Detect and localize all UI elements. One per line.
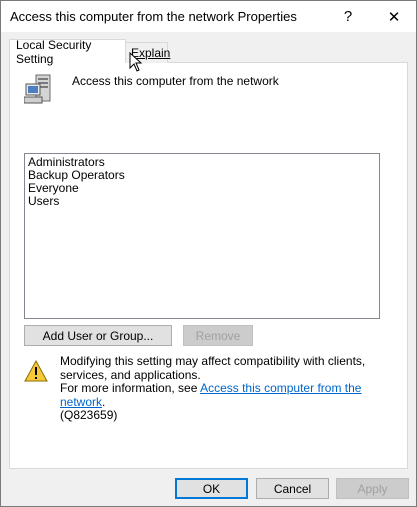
warning-line-2: For more information, see Access this co… [60, 381, 390, 409]
tab-local-security-setting[interactable]: Local Security Setting [9, 37, 126, 66]
cancel-button[interactable]: Cancel [256, 478, 329, 499]
warning-line-1: Modifying this setting may affect compat… [60, 354, 366, 382]
add-user-or-group-button[interactable]: Add User or Group... [24, 325, 172, 346]
list-item[interactable]: Users [28, 195, 59, 208]
tab-panel: Access this computer from the network Ad… [9, 62, 408, 469]
ok-button[interactable]: OK [175, 478, 248, 499]
properties-dialog: Access this computer from the network Pr… [0, 0, 417, 507]
warning-message: Modifying this setting may affect compat… [60, 354, 390, 423]
accounts-listbox[interactable]: Administrators Backup Operators Everyone… [24, 153, 380, 319]
window-title: Access this computer from the network Pr… [10, 9, 297, 24]
mouse-cursor-icon [129, 52, 143, 72]
close-button[interactable]: ✕ [375, 1, 413, 32]
policy-name: Access this computer from the network [72, 74, 279, 88]
title-bar[interactable]: Access this computer from the network Pr… [1, 1, 416, 32]
warning-suffix: . [102, 394, 106, 409]
server-computer-icon [24, 74, 51, 104]
remove-button[interactable]: Remove [183, 325, 253, 346]
kb-reference: (Q823659) [60, 408, 118, 422]
help-button[interactable]: ? [329, 1, 367, 32]
apply-button[interactable]: Apply [336, 478, 409, 499]
warning-prefix: For more information, see [60, 381, 201, 395]
tab-label: Local Security Setting [16, 37, 92, 66]
warning-icon [24, 360, 48, 382]
